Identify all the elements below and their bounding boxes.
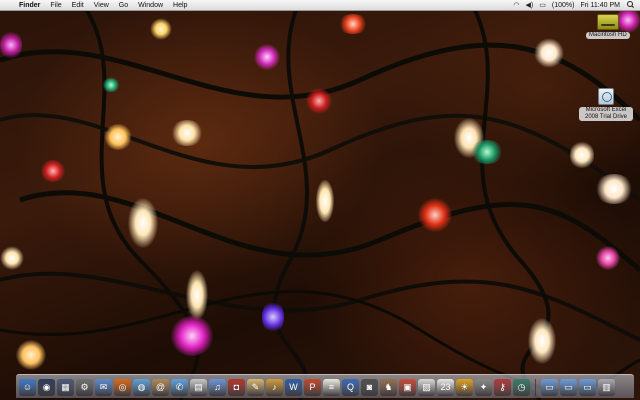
desktop-icon-label: Microsoft Excel 2008 Trial Drive	[579, 107, 633, 121]
word-icon[interactable]: W	[285, 379, 302, 396]
menu-bar: Finder File Edit View Go Window Help ◠ ◀…	[0, 0, 640, 11]
itunes-icon[interactable]: ♫	[209, 379, 226, 396]
photo-booth-icon[interactable]: ◘	[228, 379, 245, 396]
photo-icon[interactable]: ▣	[399, 379, 416, 396]
spaces-icon[interactable]: ▦	[57, 379, 74, 396]
keychain-icon[interactable]: ⚷	[494, 379, 511, 396]
battery-percent[interactable]: (100%)	[549, 0, 578, 11]
desktop-wallpaper	[0, 0, 640, 400]
dashboard-icon[interactable]: ◉	[38, 379, 55, 396]
desktop-icon-macintosh-hd[interactable]: Macintosh HD	[586, 14, 630, 39]
dvd-player-icon[interactable]: ◙	[361, 379, 378, 396]
menu-help[interactable]: Help	[168, 0, 192, 11]
dock: ☺ ◉ ▦ ⚙ ✉ ◎ ◍ @ ✆ ▤ ♫ ◘ ✎ ♪ W P ≡ Q ◙ ♞ ▣ ▧ 23 ☀ ✦ ⚷ ◷ ▭ ▭ ▭ ▥	[16, 374, 634, 398]
hard-drive-icon	[596, 14, 619, 30]
chess-icon[interactable]: ♞	[380, 379, 397, 396]
desktop-icon-excel-trial-drive[interactable]: Microsoft Excel 2008 Trial Drive	[578, 88, 634, 121]
spotlight-icon[interactable]	[626, 0, 636, 10]
menu-extras: ◠ ◀) ▭ (100%) Fri 11:40 PM	[510, 0, 640, 11]
desktop-icon-label: Macintosh HD	[586, 32, 630, 39]
system-preferences-icon[interactable]: ⚙	[76, 379, 93, 396]
documents-folder-icon[interactable]: ▭	[560, 379, 577, 396]
sun-icon[interactable]: ☀	[456, 379, 473, 396]
applications-folder-icon[interactable]: ▭	[541, 379, 558, 396]
safari-icon[interactable]: ◍	[133, 379, 150, 396]
battery-icon[interactable]: ▭	[536, 0, 549, 11]
ical-icon[interactable]: 23	[437, 379, 454, 396]
menu-go[interactable]: Go	[114, 0, 133, 11]
menu-finder[interactable]: Finder	[14, 0, 45, 11]
downloads-folder-icon[interactable]: ▭	[579, 379, 596, 396]
menu-view[interactable]: View	[89, 0, 114, 11]
mail-icon[interactable]: ✉	[95, 379, 112, 396]
trash-icon[interactable]: ▥	[598, 379, 615, 396]
finder-icon[interactable]: ☺	[19, 379, 36, 396]
quicktime-icon[interactable]: Q	[342, 379, 359, 396]
firefox-icon[interactable]: ◎	[114, 379, 131, 396]
powerpoint-icon[interactable]: P	[304, 379, 321, 396]
volume-icon[interactable]: ◀)	[523, 0, 537, 11]
menu-edit[interactable]: Edit	[67, 0, 89, 11]
menu-clock[interactable]: Fri 11:40 PM	[577, 0, 623, 11]
disk-image-icon	[598, 88, 614, 105]
dock-separator	[535, 379, 536, 396]
utility-icon[interactable]: ✦	[475, 379, 492, 396]
preview-icon[interactable]: ✎	[247, 379, 264, 396]
menu-window[interactable]: Window	[133, 0, 168, 11]
ichat-icon[interactable]: ✆	[171, 379, 188, 396]
menu-file[interactable]: File	[45, 0, 66, 11]
textedit-icon[interactable]: ≡	[323, 379, 340, 396]
wifi-icon[interactable]: ◠	[510, 0, 522, 11]
address-book-icon[interactable]: @	[152, 379, 169, 396]
calendar-icon[interactable]: ▤	[190, 379, 207, 396]
pdf-icon[interactable]: ▧	[418, 379, 435, 396]
time-machine-icon[interactable]: ◷	[513, 379, 530, 396]
garageband-icon[interactable]: ♪	[266, 379, 283, 396]
